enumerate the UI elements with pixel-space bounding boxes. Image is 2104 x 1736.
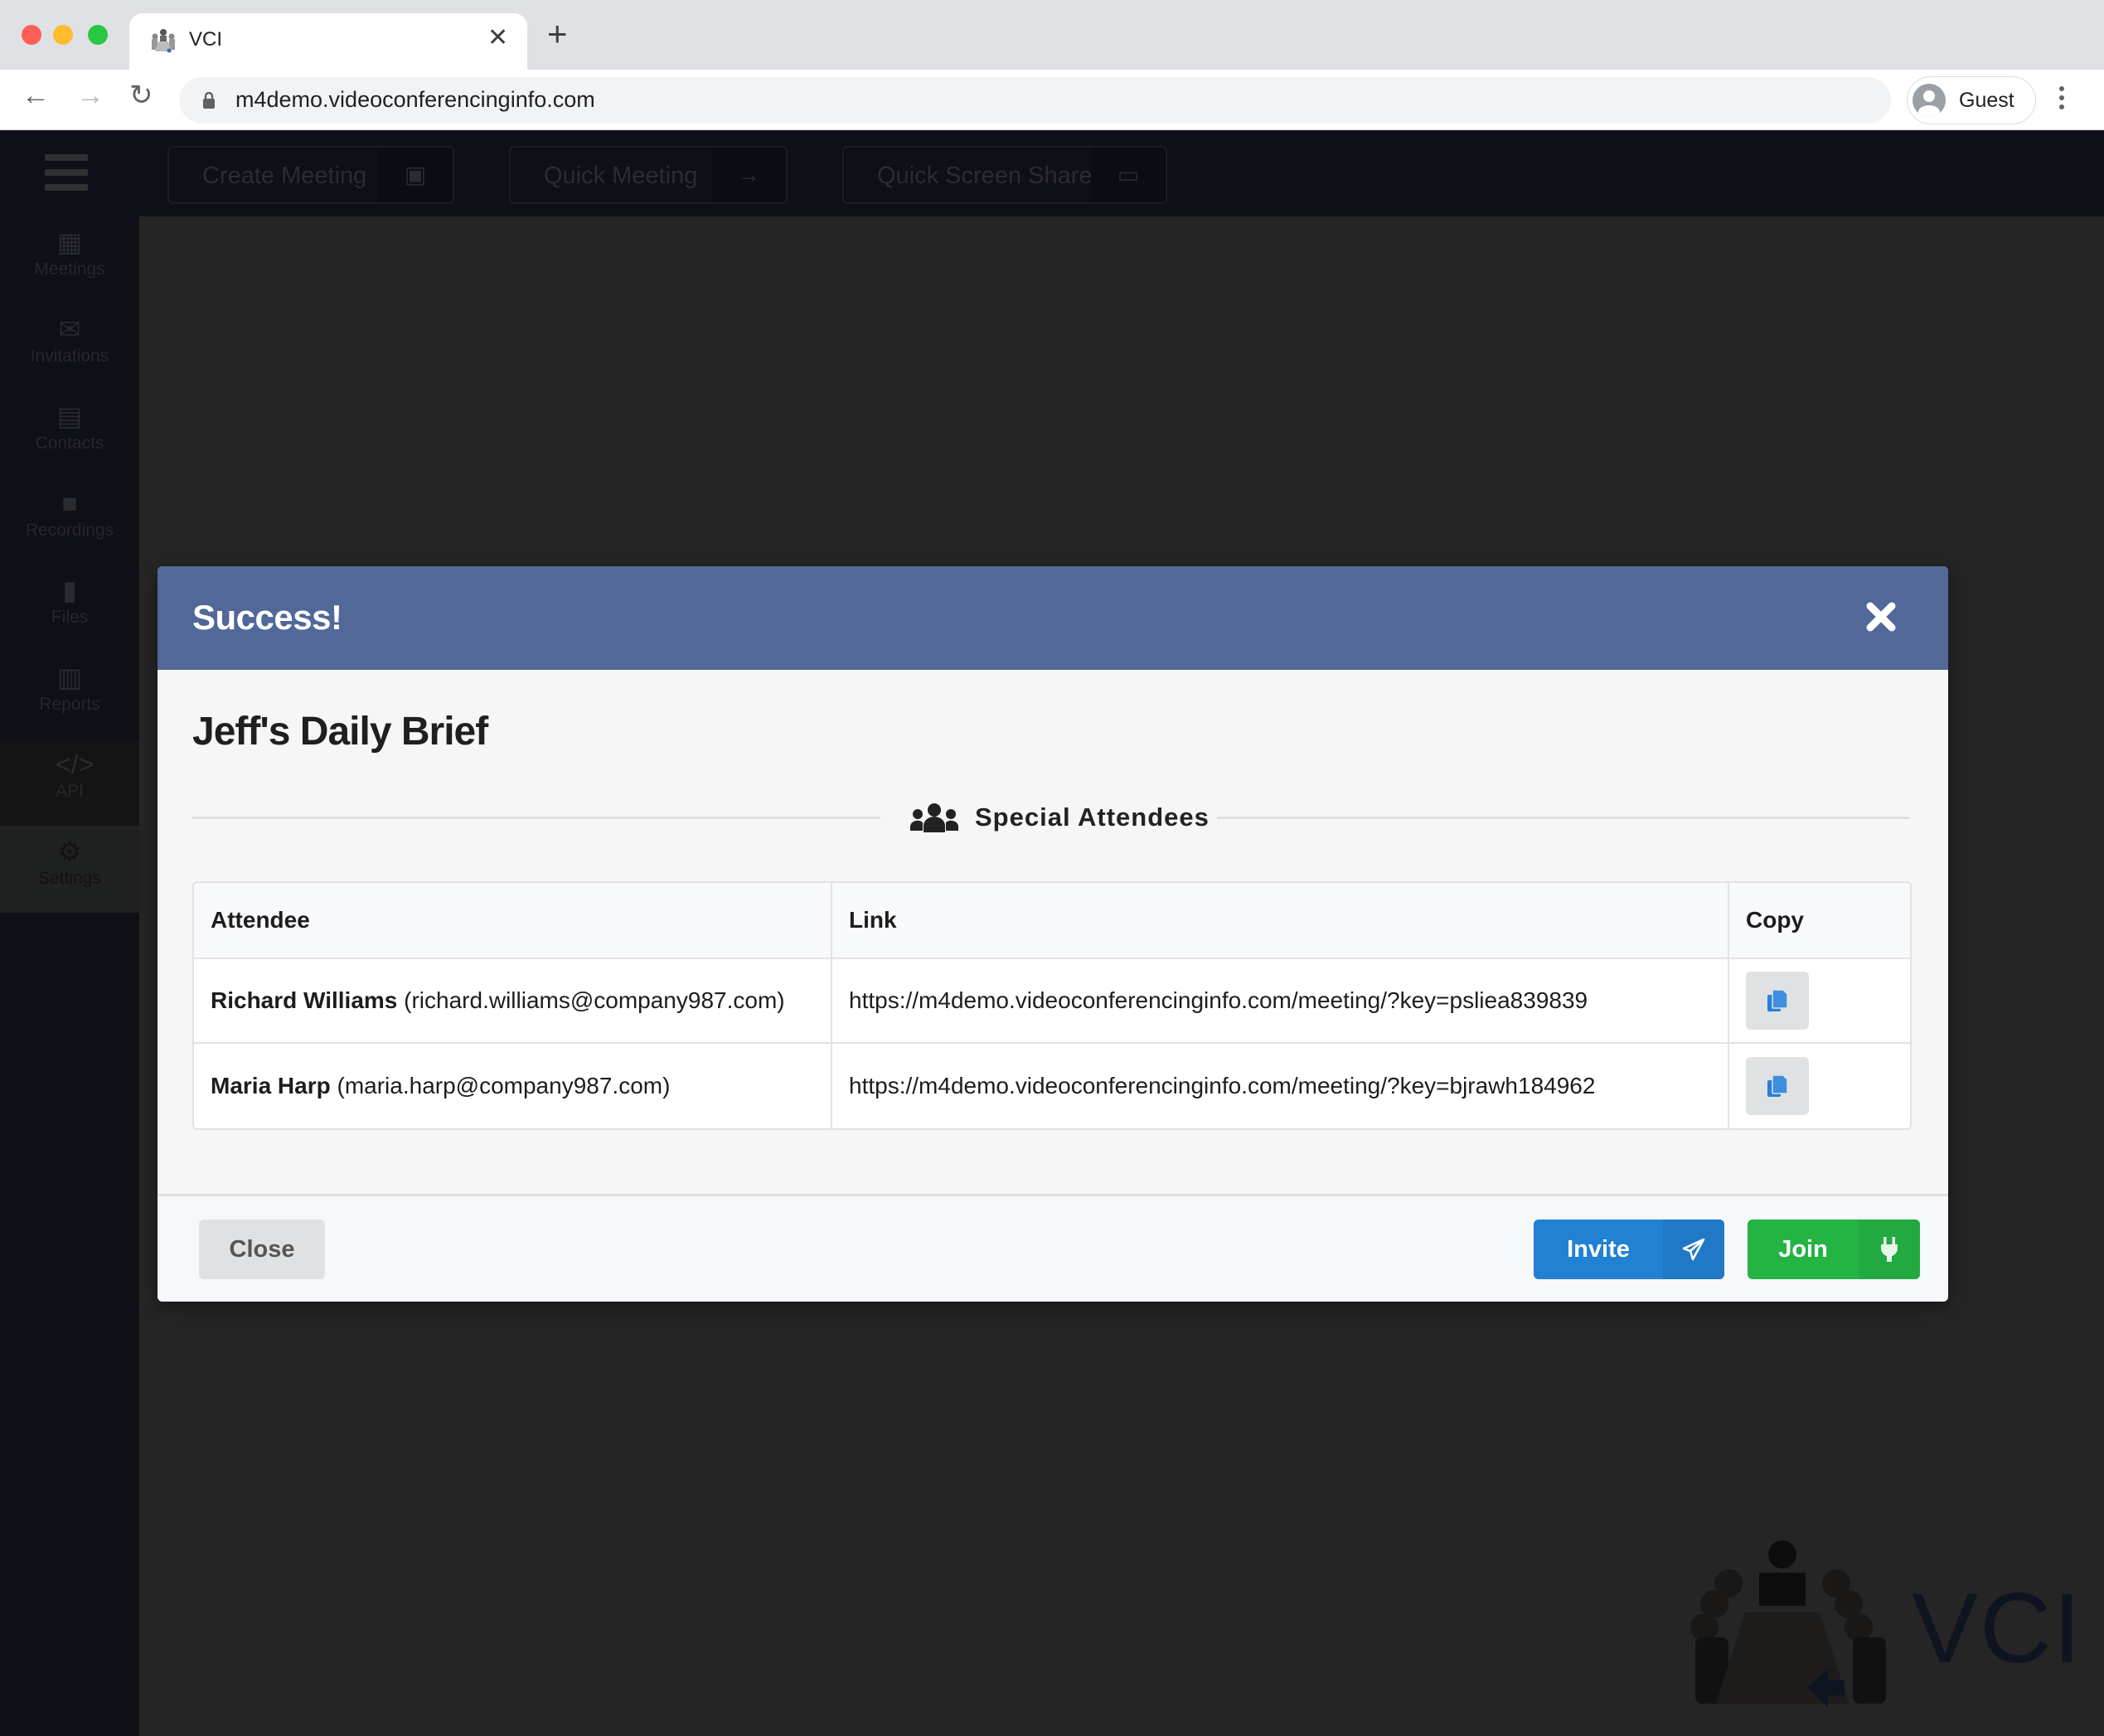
tab-title: VCI: [189, 28, 223, 51]
create-meeting-label: Create Meeting: [202, 162, 367, 189]
section-title: Special Attendees: [975, 803, 1210, 832]
envelope-icon: ✉: [58, 314, 81, 344]
plug-icon: [1859, 1220, 1920, 1279]
browser-tab-strip: VCI ✕ +: [0, 0, 2104, 70]
sidebar-item-files[interactable]: ▮ Files: [0, 565, 139, 652]
join-label: Join: [1778, 1235, 1828, 1263]
sidebar-item-api[interactable]: </> API: [0, 739, 139, 826]
copy-icon: [1767, 989, 1788, 1011]
browser-tab[interactable]: VCI ✕: [129, 13, 527, 70]
table-row: Richard Williams (richard.williams@compa…: [194, 959, 1910, 1044]
reload-icon[interactable]: ↻: [129, 81, 153, 109]
join-button[interactable]: Join: [1748, 1220, 1920, 1279]
forward-arrow-icon[interactable]: →: [76, 81, 104, 109]
link-cell[interactable]: https://m4demo.videoconferencinginfo.com…: [832, 959, 1729, 1044]
section-heading: Special Attendees: [910, 797, 1210, 838]
table-header-row: Attendee Link Copy: [194, 883, 1910, 959]
copy-cell: [1729, 959, 1910, 1044]
browser-toolbar: ← → ↻ m4demo.videoconferencinginfo.com G…: [0, 70, 2104, 130]
invite-button[interactable]: Invite: [1534, 1220, 1724, 1279]
link-cell[interactable]: https://m4demo.videoconferencinginfo.com…: [832, 1044, 1729, 1128]
divider: [1217, 817, 1910, 819]
sidebar-item-label: Recordings: [25, 521, 114, 540]
app-header: Create Meeting ▣ Quick Meeting → Quick S…: [0, 131, 2104, 216]
sidebar-item-invitations[interactable]: ✉ Invitations: [0, 303, 139, 390]
conference-table-icon: [1690, 1540, 1886, 1707]
back-arrow-icon[interactable]: ←: [22, 81, 50, 109]
modal-footer: Close Invite Join: [158, 1194, 1948, 1302]
attendee-name: Richard Williams: [211, 987, 398, 1013]
sidebar: ▦ Meetings ✉ Invitations ▤ Contacts ■ Re…: [0, 216, 139, 1736]
sidebar-item-label: Invitations: [30, 347, 109, 366]
users-icon: [910, 803, 958, 832]
url-text: m4demo.videoconferencinginfo.com: [235, 87, 595, 112]
video-icon: ■: [61, 488, 78, 518]
paper-plane-icon: [1663, 1220, 1724, 1279]
sidebar-item-contacts[interactable]: ▤ Contacts: [0, 390, 139, 478]
window-minimize-button[interactable]: [53, 25, 73, 45]
quick-meeting-button[interactable]: Quick Meeting →: [509, 146, 788, 204]
attendee-cell: Maria Harp (maria.harp@company987.com): [194, 1044, 832, 1128]
sidebar-item-label: Settings: [38, 869, 101, 888]
sidebar-item-label: API: [56, 782, 84, 801]
attendee-name: Maria Harp: [211, 1073, 331, 1098]
sidebar-item-recordings[interactable]: ■ Recordings: [0, 478, 139, 565]
copy-link-button[interactable]: [1746, 972, 1809, 1030]
table-row: Maria Harp (maria.harp@company987.com) h…: [194, 1044, 1910, 1128]
window-maximize-button[interactable]: [88, 25, 108, 45]
guest-avatar-icon: [1913, 84, 1946, 117]
sidebar-item-meetings[interactable]: ▦ Meetings: [0, 216, 139, 303]
modal-title: Success!: [192, 598, 342, 637]
modal-header: Success!: [158, 566, 1948, 670]
desktop-icon: ▭: [1091, 148, 1166, 202]
divider: [192, 817, 880, 819]
create-meeting-button[interactable]: Create Meeting ▣: [167, 146, 454, 204]
sidebar-item-label: Meetings: [34, 259, 105, 279]
code-icon: </>: [56, 749, 95, 779]
success-modal: Success! Jeff's Daily Brief Special Atte…: [158, 566, 1948, 1302]
sidebar-item-label: Contacts: [35, 434, 104, 453]
close-button[interactable]: Close: [199, 1220, 325, 1279]
sidebar-item-settings[interactable]: ⚙ Settings: [0, 826, 139, 913]
quick-screen-share-label: Quick Screen Share: [877, 162, 1093, 189]
invite-label: Invite: [1567, 1235, 1630, 1263]
calendar-icon: ▦: [56, 227, 83, 257]
profile-name: Guest: [1959, 89, 2014, 112]
attendee-email: (richard.williams@company987.com): [404, 987, 785, 1013]
attendees-table: Attendee Link Copy Richard Williams (ric…: [192, 881, 1912, 1130]
sidebar-item-reports[interactable]: ▥ Reports: [0, 652, 139, 739]
tab-close-icon[interactable]: ✕: [487, 23, 508, 52]
copy-link-button[interactable]: [1746, 1057, 1809, 1115]
column-header-copy: Copy: [1729, 883, 1910, 959]
meeting-name: Jeff's Daily Brief: [192, 710, 488, 754]
lock-icon: [203, 92, 215, 109]
address-bar[interactable]: m4demo.videoconferencinginfo.com: [179, 77, 1891, 124]
logo-text: VCI: [1912, 1573, 2083, 1684]
gears-icon: ⚙: [57, 836, 82, 866]
copy-icon: [1767, 1074, 1788, 1097]
bar-chart-icon: ▥: [56, 662, 83, 692]
new-tab-button[interactable]: +: [547, 17, 568, 51]
browser-menu-icon[interactable]: [2059, 86, 2066, 114]
vci-logo: VCI: [1683, 1538, 2081, 1712]
file-icon: ▮: [62, 575, 77, 605]
vci-favicon-icon: [152, 29, 175, 53]
calendar-plus-icon: ▣: [378, 148, 453, 202]
attendee-cell: Richard Williams (richard.williams@compa…: [194, 959, 832, 1044]
arrow-right-icon: →: [711, 148, 786, 202]
quick-meeting-label: Quick Meeting: [544, 162, 698, 189]
profile-button[interactable]: Guest: [1907, 76, 2036, 124]
column-header-attendee: Attendee: [194, 883, 832, 959]
window-close-button[interactable]: [22, 25, 41, 45]
hamburger-menu-icon[interactable]: [45, 154, 88, 199]
attendee-email: (maria.harp@company987.com): [337, 1073, 671, 1098]
column-header-link: Link: [832, 883, 1729, 959]
copy-cell: [1729, 1044, 1910, 1128]
quick-screen-share-button[interactable]: Quick Screen Share ▭: [842, 146, 1167, 204]
address-book-icon: ▤: [56, 401, 83, 431]
close-icon[interactable]: [1860, 596, 1902, 638]
sidebar-item-label: Files: [51, 608, 89, 627]
sidebar-item-label: Reports: [39, 695, 100, 714]
